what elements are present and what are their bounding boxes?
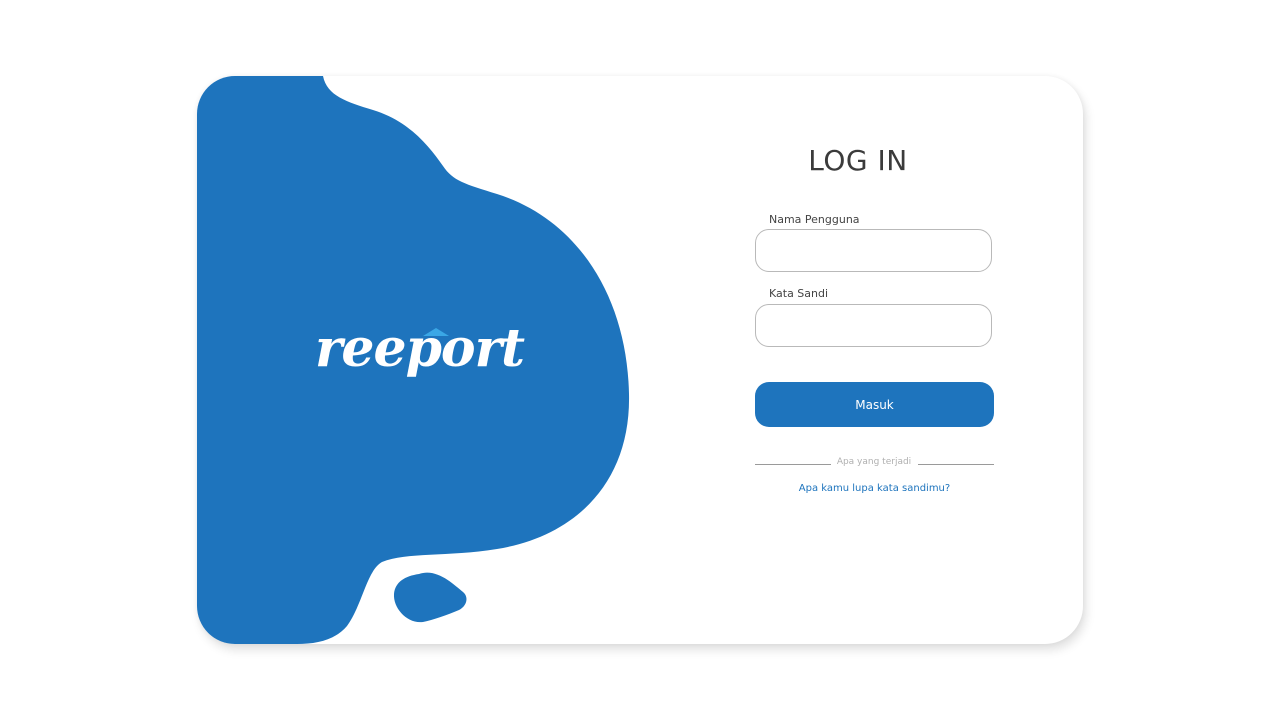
divider-left: [755, 464, 831, 465]
brand-logo-text: reeport: [315, 318, 525, 379]
username-input[interactable]: [755, 229, 992, 272]
username-label: Nama Pengguna: [769, 213, 860, 226]
password-input[interactable]: [755, 304, 992, 347]
brand-logo: reeport: [315, 312, 525, 402]
divider-right: [918, 464, 994, 465]
divider-text: Apa yang terjadi: [836, 457, 912, 467]
login-card: reeport LOG IN Nama Pengguna Kata Sandi …: [197, 76, 1083, 644]
password-label: Kata Sandi: [769, 287, 829, 300]
roof-icon: [423, 328, 449, 336]
forgot-password-link[interactable]: Apa kamu lupa kata sandimu?: [755, 483, 994, 494]
login-button[interactable]: Masuk: [755, 382, 994, 427]
page-title: LOG IN: [808, 144, 908, 177]
